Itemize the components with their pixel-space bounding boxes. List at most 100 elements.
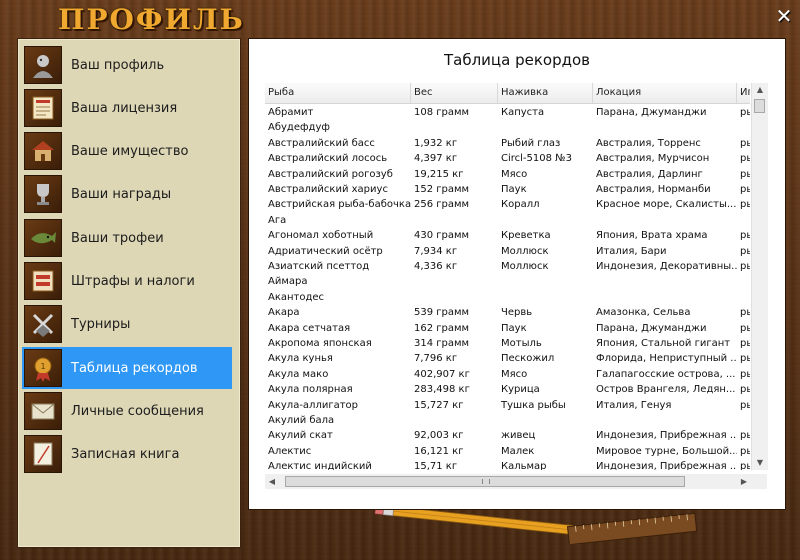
cell-bait	[498, 290, 593, 305]
cell-location: Индонезия, Прибрежная ...	[596, 461, 737, 470]
horizontal-scrollbar[interactable]: ◀ ▶	[265, 474, 751, 489]
cell-location: Галапагосские острова, ...	[596, 368, 736, 380]
cell-player: ры	[740, 137, 750, 149]
cell-bait: Капуста	[501, 107, 545, 118]
table-row[interactable]: Австралийский басс 1,932 кг Рыбий глаз Авст…	[265, 136, 750, 151]
table-row[interactable]: Акропома японская 314 грамм Мотыль Япония, …	[265, 336, 750, 351]
table-row[interactable]: Акула полярная 283,498 кг Курица Остров Вра…	[265, 382, 750, 397]
column-header-bait[interactable]: Наживка	[498, 83, 593, 103]
table-row[interactable]: Австралийский хариус 152 грамм Паук Австрал…	[265, 182, 750, 197]
table-row[interactable]: Акулий бала	[265, 413, 750, 428]
cell-location: Италия, Генуя	[596, 399, 672, 411]
cell-location: Австралия, Норманби	[596, 184, 711, 195]
cell-fish: Австралийский лосось	[268, 153, 388, 165]
sidebar-item-trophies[interactable]: Ваши трофеи	[22, 217, 232, 259]
horizontal-scroll-thumb[interactable]	[285, 476, 685, 487]
cell-weight	[411, 120, 498, 135]
cell-weight: 7,796 кг	[414, 353, 458, 365]
cell-weight	[411, 290, 498, 305]
table-row[interactable]: Акула кунья 7,796 кг Пескожил Флорида, Непр…	[265, 351, 750, 366]
cell-weight	[411, 213, 498, 228]
cell-bait: Креветка	[501, 230, 551, 242]
vertical-scrollbar[interactable]: ▲ ▼	[751, 83, 768, 470]
cell-fish: Акула полярная	[268, 384, 353, 396]
scroll-up-icon[interactable]: ▲	[752, 83, 768, 97]
cell-fish: Абрамит	[268, 107, 314, 118]
table-row[interactable]: Ага	[265, 213, 750, 228]
sidebar-item-fines[interactable]: Штрафы и налоги	[22, 260, 232, 302]
sidebar-item-awards[interactable]: Ваши награды	[22, 173, 232, 215]
sidebar-item-label: Турниры	[71, 316, 131, 332]
table-row[interactable]: Акула мако 402,907 кг Мясо Галапагосские ос…	[265, 367, 750, 382]
table-row[interactable]: Алектис индийский 15,71 кг Кальмар Индонези…	[265, 459, 750, 470]
sidebar-item-label: Таблица рекордов	[71, 360, 198, 376]
records-title: Таблица рекордов	[443, 51, 590, 69]
sidebar-item-property[interactable]: Ваше имущество	[22, 130, 232, 172]
cell-player: ры	[740, 245, 750, 257]
cell-player: ры	[740, 230, 750, 242]
cell-player: ры	[740, 445, 750, 457]
table-row[interactable]: Акара 539 грамм Червь Амазонка, Сельва ры	[265, 305, 750, 320]
awards-icon	[24, 175, 62, 213]
cell-weight: 16,121 кг	[414, 445, 464, 457]
cell-weight: 283,498 кг	[414, 384, 470, 396]
cell-fish: Аймара	[268, 276, 308, 288]
sidebar-item-license[interactable]: Ваша лицензия	[22, 87, 232, 129]
cell-weight: 15,71 кг	[414, 461, 458, 470]
cell-bait: Пескожил	[501, 353, 555, 365]
cell-fish: Акара	[268, 307, 300, 319]
cell-player: ры	[740, 199, 750, 211]
cell-location: Австралия, Мурчисон	[596, 153, 710, 165]
table-row[interactable]: Алектис 16,121 кг Малек Мировое турне, Боль…	[265, 444, 750, 459]
sidebar-item-tournaments[interactable]: Турниры	[22, 303, 232, 345]
table-row[interactable]: Акула-аллигатор 15,727 кг Тушка рыбы Италия…	[265, 398, 750, 413]
sidebar-item-notebook[interactable]: Записная книга	[22, 433, 232, 475]
column-header-location[interactable]: Локация	[593, 83, 737, 103]
table-row[interactable]: Абудефдуф	[265, 120, 750, 135]
sidebar-item-messages[interactable]: Личные сообщения	[22, 390, 232, 432]
table-row[interactable]: Акара сетчатая 162 грамм Паук Парана, Джума…	[265, 321, 750, 336]
table-row[interactable]: Агономал хоботный 430 грамм Креветка Япония…	[265, 228, 750, 243]
cell-location: Флорида, Неприступный ...	[596, 353, 737, 365]
scroll-down-icon[interactable]: ▼	[752, 456, 768, 470]
table-row[interactable]: Австралийский лосось 4,397 кг Circl-5108 №…	[265, 151, 750, 166]
cell-fish: Акулий скат	[268, 430, 333, 442]
cell-bait: Circl-5108 №3	[501, 153, 572, 165]
cell-location	[593, 274, 737, 289]
trophies-icon	[24, 219, 62, 257]
scroll-right-icon[interactable]: ▶	[737, 474, 751, 489]
close-button[interactable]: ✕	[774, 6, 794, 26]
vertical-scroll-thumb[interactable]	[754, 99, 765, 113]
column-header-weight[interactable]: Вес	[411, 83, 498, 103]
cell-player: ры	[740, 307, 750, 319]
scrollbar-corner	[751, 474, 767, 489]
cell-fish: Австралийский рогозуб	[268, 168, 393, 180]
cell-bait	[498, 413, 593, 428]
license-icon	[24, 89, 62, 127]
table-row[interactable]: Адриатический осётр 7,934 кг Моллюск Италия…	[265, 244, 750, 259]
cell-weight: 92,003 кг	[414, 430, 464, 442]
cell-location	[593, 413, 737, 428]
table-row[interactable]: Акулий скат 92,003 кг живец Индонезия, Приб…	[265, 428, 750, 443]
table-row[interactable]: Акантодес	[265, 290, 750, 305]
table-row[interactable]: Абрамит 108 грамм Капуста Парана, Джуманджи…	[265, 105, 750, 120]
column-header-player[interactable]: Иг	[737, 83, 750, 103]
cell-fish: Ага	[268, 214, 287, 226]
table-row[interactable]: Австрийская рыба-бабочка 256 грамм Коралл К…	[265, 197, 750, 212]
cell-fish: Австралийский хариус	[268, 184, 388, 195]
sidebar-item-profile[interactable]: Ваш профиль	[22, 44, 232, 86]
window-title: ПРОФИЛЬ	[58, 3, 245, 36]
table-row[interactable]: Аймара	[265, 274, 750, 289]
column-header-fish[interactable]: Рыба	[265, 83, 411, 103]
cell-fish: Акантодес	[268, 291, 325, 303]
cell-fish: Азиатский псеттод	[268, 261, 370, 272]
scroll-left-icon[interactable]: ◀	[265, 474, 279, 489]
cell-fish: Акула-аллигатор	[268, 399, 359, 411]
table-row[interactable]: Австралийский рогозуб 19,215 кг Мясо Австра…	[265, 167, 750, 182]
cell-player: ры	[740, 107, 750, 118]
sidebar-item-label: Ваше имущество	[71, 143, 189, 159]
sidebar-item-records[interactable]: 1 Таблица рекордов	[22, 347, 232, 389]
cell-bait: Мясо	[501, 368, 528, 380]
cell-location	[593, 290, 737, 305]
table-row[interactable]: Азиатский псеттод 4,336 кг Моллюск Индонези…	[265, 259, 750, 274]
